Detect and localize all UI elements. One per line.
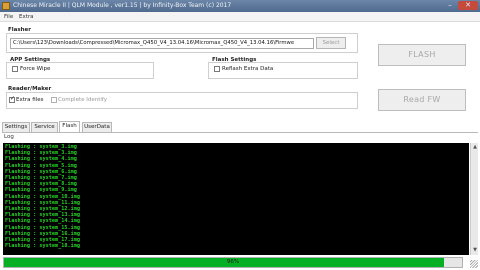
- tab-service[interactable]: Service: [31, 122, 58, 132]
- log-lines: Flashing : system_3.img Flashing : system…: [5, 144, 80, 249]
- read-fw-button[interactable]: Read FW: [378, 89, 466, 111]
- flash-button[interactable]: FLASH: [378, 44, 466, 66]
- log-line: Flashing : system_4.img: [5, 156, 77, 163]
- complete-identify-checkbox[interactable]: [51, 97, 57, 103]
- extra-files-checkbox[interactable]: [9, 95, 15, 103]
- scroll-down-icon[interactable]: ▼: [472, 247, 478, 253]
- menu-file[interactable]: File: [4, 14, 13, 20]
- minimize-button[interactable]: –: [445, 1, 455, 10]
- app-icon: [2, 2, 10, 10]
- reflash-extra-data-checkbox[interactable]: [214, 66, 220, 72]
- scroll-up-icon[interactable]: ▲: [472, 144, 478, 150]
- resize-grip[interactable]: [470, 260, 478, 268]
- tab-flash[interactable]: Flash: [59, 121, 80, 132]
- log-line: Flashing : system_10.img: [5, 193, 80, 200]
- force-wipe-checkbox[interactable]: [12, 66, 18, 72]
- force-wipe-label: Force Wipe: [20, 66, 51, 72]
- menu-extra[interactable]: Extra: [19, 14, 34, 20]
- log-line: Flashing : system_9.img: [5, 187, 77, 194]
- menu-bar: File Extra: [0, 12, 480, 22]
- progress-bar: 96%: [3, 257, 463, 268]
- extra-files-label: Extra files: [16, 97, 44, 103]
- main-panel: Flasher C:\Users\123\Downloads\Compresse…: [0, 22, 480, 270]
- select-button[interactable]: Select: [316, 37, 346, 49]
- log-line: Flashing : system_5.img: [5, 162, 77, 169]
- reflash-extra-data-label: Reflash Extra Data: [222, 66, 274, 72]
- log-console: Flashing : system_3.img Flashing : system…: [3, 143, 469, 255]
- log-line: Flashing : system_14.img: [5, 218, 80, 225]
- title-bar: Chinese Miracle II | QLM Module , ver1.1…: [0, 0, 480, 12]
- window-title: Chinese Miracle II | QLM Module , ver1.1…: [13, 2, 232, 9]
- progress-text: 96%: [226, 259, 240, 265]
- complete-identify-label: Complete Identify: [58, 97, 108, 103]
- tab-userdata[interactable]: UserData: [82, 122, 112, 132]
- tab-divider: [2, 132, 478, 133]
- log-scrollbar[interactable]: ▲ ▼: [470, 143, 478, 255]
- log-line: Flashing : system_15.img: [5, 224, 80, 231]
- tab-settings[interactable]: Settings: [2, 122, 30, 132]
- log-label: Log: [4, 134, 14, 140]
- firmware-path-field[interactable]: C:\Users\123\Downloads\Compressed\Microm…: [10, 38, 314, 49]
- log-line: Flashing : system_18.img: [5, 243, 80, 250]
- close-button[interactable]: ✕: [458, 1, 478, 10]
